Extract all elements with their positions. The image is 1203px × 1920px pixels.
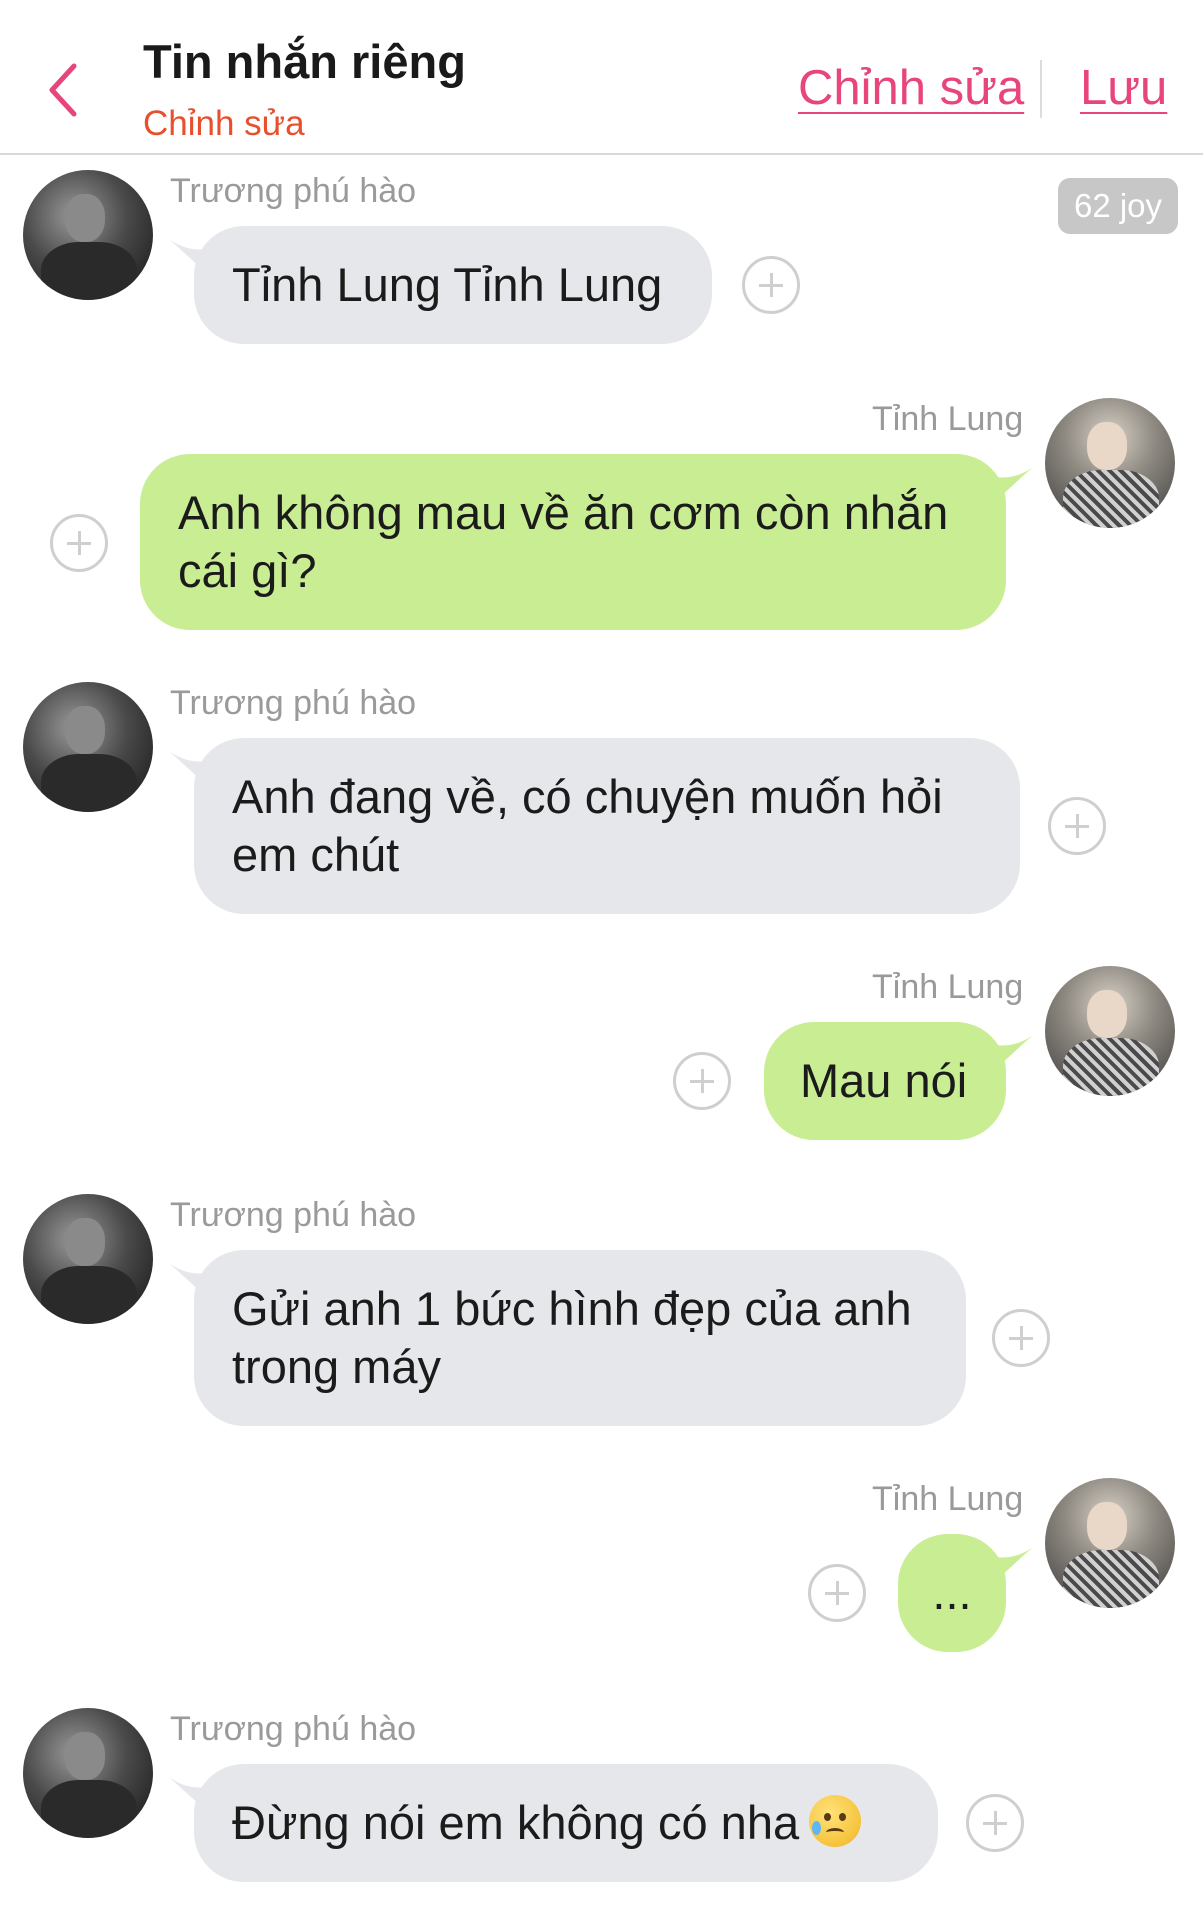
message-bubble[interactable]: Tỉnh Lung Tỉnh Lung [194,226,712,344]
save-button[interactable]: Lưu [1080,60,1167,116]
avatar[interactable] [23,170,153,300]
avatar[interactable] [1045,966,1175,1096]
message-bubble[interactable]: Anh không mau về ăn cơm còn nhắn cái gì? [140,454,1006,630]
chevron-left-icon[interactable] [44,60,84,120]
message-text: Tỉnh Lung Tỉnh Lung [232,258,663,311]
sender-name: Trương phú hào [170,1196,417,1234]
add-reaction-icon[interactable] [1048,797,1106,855]
sender-name: Tỉnh Lung [872,400,1024,438]
page-subtitle: Chỉnh sửa [143,104,305,143]
message-bubble[interactable]: Gửi anh 1 bức hình đẹp của anh trong máy [194,1250,966,1426]
page-title: Tin nhắn riêng [143,35,466,88]
message-bubble[interactable]: Anh đang về, có chuyện muốn hỏi em chút [194,738,1020,914]
message-text: ... [932,1566,972,1619]
avatar[interactable] [23,1194,153,1324]
sender-name: Trương phú hào [170,172,417,210]
add-reaction-icon[interactable] [808,1564,866,1622]
message-text: Mau nói [800,1054,968,1107]
message-text: Anh không mau về ăn cơm còn nhắn cái gì? [178,486,949,597]
header-divider [1040,60,1042,118]
message-text: Gửi anh 1 bức hình đẹp của anh trong máy [232,1282,912,1393]
avatar[interactable] [23,1708,153,1838]
add-reaction-icon[interactable] [742,256,800,314]
edit-button[interactable]: Chỉnh sửa [798,60,1024,116]
add-reaction-icon[interactable] [50,514,108,572]
avatar[interactable] [1045,1478,1175,1608]
message-bubble[interactable]: Đừng nói em không có nha [194,1764,938,1882]
message-bubble[interactable]: ... [898,1534,1006,1652]
sender-name: Tỉnh Lung [872,968,1024,1006]
crying-smile-emoji-icon [809,1795,862,1847]
sender-name: Trương phú hào [170,684,417,722]
sender-name: Tỉnh Lung [872,1480,1024,1518]
message-text: Đừng nói em không có nha [232,1796,800,1849]
avatar[interactable] [1045,398,1175,528]
add-reaction-icon[interactable] [966,1794,1024,1852]
chat-header: Tin nhắn riêng Chỉnh sửa Chỉnh sửa Lưu [0,0,1203,155]
add-reaction-icon[interactable] [673,1052,731,1110]
message-text: Anh đang về, có chuyện muốn hỏi em chút [232,770,943,881]
sender-name: Trương phú hào [170,1710,417,1748]
message-bubble[interactable]: Mau nói [764,1022,1006,1140]
avatar[interactable] [23,682,153,812]
add-reaction-icon[interactable] [992,1309,1050,1367]
joy-badge: 62 joy [1058,178,1178,234]
